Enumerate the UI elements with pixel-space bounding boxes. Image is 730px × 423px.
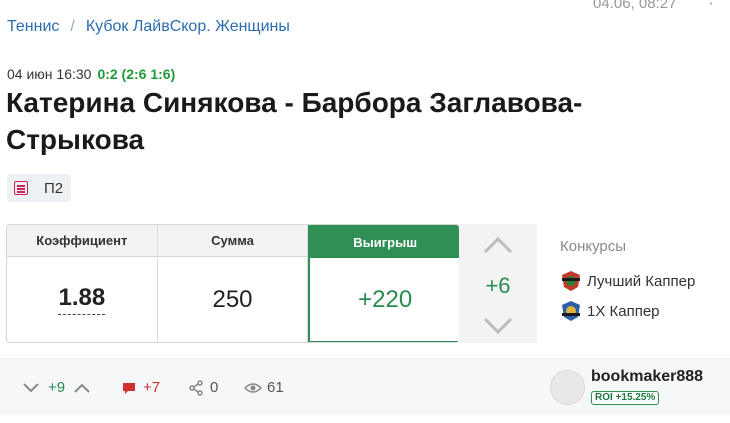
rating-value: +9 — [48, 379, 66, 396]
comments-button[interactable]: +7 — [121, 379, 160, 396]
post-footer: +9 +7 0 61 bookmaker888 ROI +15.25% — [0, 358, 730, 415]
coef-header: Коэффициент — [7, 225, 157, 257]
roi-badge: ROI +15.25% — [591, 391, 660, 405]
shares-count: 0 — [210, 379, 219, 396]
coef-value: 1.88 — [58, 284, 106, 315]
match-title[interactable]: Катерина Синякова - Барбора Заглавова-Ст… — [6, 84, 706, 158]
bet-table: Коэффициент 1.88 Сумма 250 Выигрыш +220 — [6, 224, 460, 343]
downvote-icon[interactable] — [483, 315, 513, 337]
post-timestamp: 04.06, 08:27 — [593, 0, 677, 12]
coef-column: Коэффициент 1.88 — [7, 225, 158, 342]
pick-label: П2 — [44, 179, 64, 197]
chevron-down-icon[interactable] — [22, 382, 40, 394]
contests-header: Конкурсы — [560, 238, 627, 255]
comments-count: +7 — [143, 379, 161, 396]
rating-control: +9 — [22, 379, 91, 396]
breadcrumb: Теннис / Кубок ЛайвСкор. Женщины — [7, 18, 290, 36]
views-count: 61 — [267, 379, 284, 396]
contest-label: 1X Каппер — [587, 302, 660, 320]
chevron-up-icon[interactable] — [73, 382, 91, 394]
sum-column: Сумма 250 — [157, 225, 309, 342]
avatar[interactable] — [550, 370, 585, 405]
top-bar: Теннис / Кубок ЛайвСкор. Женщины 04.06, … — [0, 0, 730, 44]
views-stat: 61 — [244, 379, 284, 396]
contest-item[interactable]: 1X Каппер — [560, 296, 695, 326]
breadcrumb-sport[interactable]: Теннис — [7, 18, 59, 36]
contests: Конкурсы Лучший Каппер 1X Каппер — [560, 238, 695, 326]
contest-label: Лучший Каппер — [587, 272, 696, 290]
list-icon — [14, 181, 28, 195]
breadcrumb-separator: / — [70, 18, 75, 35]
vote-value: +6 — [485, 272, 511, 298]
breadcrumb-tournament[interactable]: Кубок ЛайвСкор. Женщины — [86, 18, 290, 36]
sum-header: Сумма — [157, 225, 308, 257]
contest-item[interactable]: Лучший Каппер — [560, 266, 695, 296]
win-header: Выигрыш — [310, 226, 459, 258]
pick-badge: П2 — [7, 174, 72, 202]
win-column: Выигрыш +220 — [308, 225, 459, 342]
eye-icon — [244, 382, 262, 393]
best-capper-badge-icon — [562, 271, 580, 291]
comment-icon — [123, 382, 135, 394]
match-date: 04 июн 16:30 — [7, 66, 92, 82]
win-value: +220 — [358, 285, 413, 313]
author-name[interactable]: bookmaker888 — [591, 368, 703, 386]
match-score: 0:2 (2:6 1:6) — [97, 66, 176, 82]
share-icon — [189, 379, 203, 396]
match-meta: 04 июн 16:30 0:2 (2:6 1:6) — [7, 66, 175, 82]
1x-capper-badge-icon — [562, 301, 580, 321]
upvote-icon[interactable] — [483, 234, 513, 256]
share-button[interactable]: 0 — [188, 379, 218, 396]
vote-panel: +6 — [459, 224, 537, 343]
sum-value: 250 — [212, 285, 253, 313]
